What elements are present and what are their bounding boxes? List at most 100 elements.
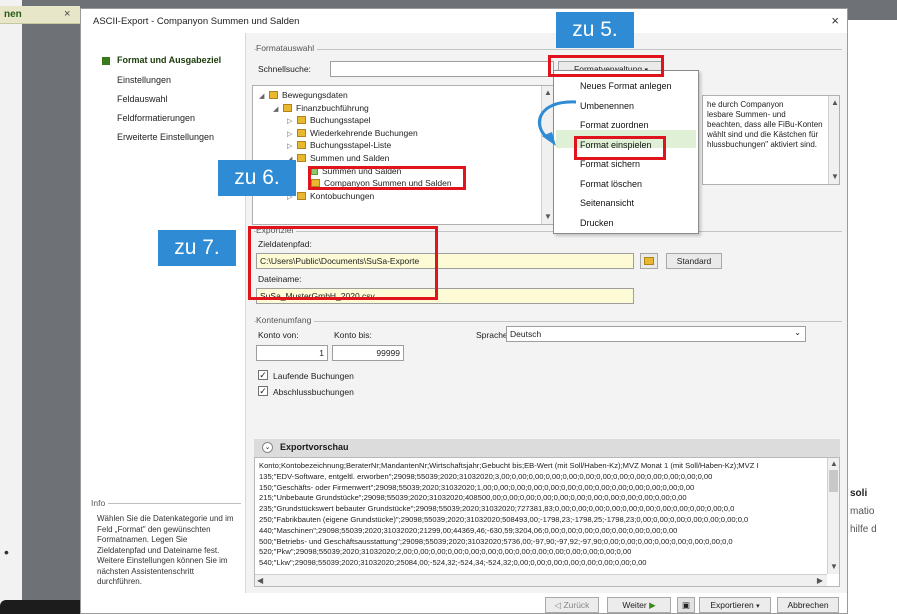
scroll-up-icon[interactable]: ▲ — [831, 98, 839, 107]
next-label: Weiter — [622, 600, 647, 610]
scroll-left-icon[interactable]: ◀ — [257, 576, 263, 585]
menu-item-format-sichern[interactable]: Format sichern — [580, 159, 640, 169]
scroll-right-icon[interactable]: ▶ — [817, 576, 823, 585]
export-label: Exportieren — [710, 600, 754, 610]
account-to-label: Konto bis: — [334, 330, 372, 340]
background-right-text: hilfe d — [850, 524, 877, 535]
menu-item-seitenansicht[interactable]: Seitenansicht — [580, 198, 634, 208]
highlight-export-target — [248, 226, 438, 300]
background-app-right-panel: soli matio hilfe d — [848, 20, 897, 614]
folder-icon — [297, 128, 306, 137]
nav-item-feldformatierungen[interactable]: Feldformatierungen — [117, 113, 195, 123]
folder-icon — [297, 116, 306, 125]
expand-arrow-icon[interactable]: ▷ — [287, 142, 297, 150]
preview-line: 250;"Fabrikbauten (eigene Grundstücke)";… — [259, 515, 749, 524]
abschlussbuchungen-label: Abschlussbuchungen — [273, 387, 354, 397]
group-divider — [254, 321, 842, 322]
next-button[interactable]: Weiter ▶ — [607, 597, 671, 613]
chevron-down-icon: ⌄ — [794, 328, 801, 337]
menu-item-format-zuordnen[interactable]: Format zuordnen — [580, 120, 649, 130]
tree-item-label: Kontobuchungen — [310, 190, 375, 201]
account-to-input[interactable]: 99999 — [332, 345, 404, 361]
language-value: Deutsch — [510, 329, 542, 339]
scroll-thumb[interactable] — [829, 470, 838, 492]
folder-icon — [297, 154, 306, 162]
highlight-companyon-format — [308, 166, 466, 190]
tree-item[interactable]: ▷ Buchungsstapel-Liste — [287, 140, 391, 150]
background-tab-close-icon[interactable]: × — [64, 8, 70, 20]
format-group-title: Formatauswahl — [256, 43, 318, 53]
preview-content[interactable]: Konto;Kontobezeichnung;BeraterNr;Mandant… — [254, 457, 840, 587]
tree-item-label: Buchungsstapel-Liste — [310, 140, 392, 151]
tree-item-label: Buchungsstapel — [310, 115, 371, 126]
format-tree[interactable]: ◢ Bewegungsdaten ◢ Finanzbuchführung ▷ Buchun… — [252, 85, 554, 225]
menu-item-neues-format[interactable]: Neues Format anlegen — [580, 81, 672, 91]
description-line: wählt sind und die Kästchen für — [707, 130, 819, 139]
preview-line: 520;"Pkw";29098;55039;2020;31032020;2,00… — [259, 547, 632, 557]
nav-item-einstellungen[interactable]: Einstellungen — [117, 75, 171, 85]
expand-arrow-icon[interactable]: ▷ — [287, 130, 297, 138]
abschlussbuchungen-checkbox[interactable]: ✓ — [258, 386, 268, 396]
expand-arrow-icon[interactable]: ▷ — [287, 117, 297, 125]
tree-item[interactable]: ▷ Kontobuchungen — [287, 191, 374, 201]
browse-folder-button[interactable] — [640, 253, 658, 269]
quicksearch-label: Schnellsuche: — [258, 64, 311, 74]
preview-header[interactable]: ⌄ Exportvorschau — [254, 439, 840, 457]
close-icon[interactable]: × — [831, 13, 839, 28]
back-button[interactable]: ◁ Zurück — [545, 597, 599, 613]
language-label: Sprache: — [476, 330, 511, 340]
nav-item-feldauswahl[interactable]: Feldauswahl — [117, 94, 168, 104]
background-app-tab[interactable]: nen × — [0, 6, 80, 24]
nav-item-format-und-ausgabeziel[interactable]: Format und Ausgabeziel — [117, 55, 221, 65]
tree-item[interactable]: ◢Summen und Salden — [287, 153, 389, 163]
dialog-title: ASCII-Export - Companyon Summen und Sald… — [93, 16, 300, 27]
laufende-buchungen-checkbox[interactable]: ✓ — [258, 370, 268, 380]
language-select[interactable]: Deutsch ⌄ — [506, 326, 806, 342]
scroll-down-icon[interactable]: ▼ — [830, 562, 838, 571]
expand-arrow-icon[interactable]: ◢ — [259, 92, 269, 100]
scroll-up-icon[interactable]: ▲ — [830, 459, 838, 468]
standard-button[interactable]: Standard — [666, 253, 722, 269]
tree-item[interactable]: ◢ Bewegungsdaten — [259, 90, 348, 100]
arrow-right-icon: ▶ — [649, 600, 656, 610]
menu-item-drucken[interactable]: Drucken — [580, 218, 614, 228]
folder-icon — [644, 257, 654, 265]
description-scrollbar[interactable]: ▲ ▼ — [828, 96, 839, 184]
quicksearch-input[interactable] — [330, 61, 554, 77]
export-button[interactable]: Exportieren ▾ — [699, 597, 771, 613]
nav-item-erweiterte-einstellungen[interactable]: Erweiterte Einstellungen — [117, 132, 214, 142]
description-line: lesbare Summen- und — [707, 110, 786, 119]
preview-line: 540;"Lkw";29098;55039;2020;31032020;2508… — [259, 558, 647, 568]
tree-item[interactable]: ◢ Finanzbuchführung — [273, 103, 369, 113]
menu-item-umbenennen[interactable]: Umbenennen — [580, 101, 634, 111]
scroll-down-icon[interactable]: ▼ — [831, 172, 839, 181]
ascii-export-dialog: ASCII-Export - Companyon Summen und Sald… — [80, 8, 848, 614]
background-bullet: • — [4, 544, 9, 560]
laufende-buchungen-label: Laufende Buchungen — [273, 371, 354, 381]
preview-line: 215;"Unbebaute Grundstücke";29098;55039;… — [259, 493, 687, 503]
save-icon[interactable]: ▣ — [677, 597, 695, 613]
expand-arrow-icon[interactable]: ◢ — [273, 105, 283, 113]
tree-item[interactable]: ▷ Buchungsstapel — [287, 115, 371, 125]
preview-title: Exportvorschau — [280, 442, 349, 452]
menu-item-format-loeschen[interactable]: Format löschen — [580, 179, 642, 189]
cancel-button[interactable]: Abbrechen — [777, 597, 839, 613]
description-line: he durch Companyon — [707, 100, 784, 109]
collapse-chevron-icon[interactable]: ⌄ — [262, 442, 273, 453]
background-right-text: matio — [850, 506, 875, 517]
preview-line: 500;"Betriebs- und Geschäftsausstattung"… — [259, 536, 733, 546]
preview-line: 440;"Maschinen";29098;55039;2020;3103202… — [259, 525, 678, 535]
tree-item-label: Summen und Salden — [310, 153, 390, 163]
tree-item[interactable]: ▷ Wiederkehrende Buchungen — [287, 128, 418, 138]
preview-vscrollbar[interactable]: ▲ ▼ — [827, 458, 839, 574]
active-step-marker-icon — [102, 57, 110, 65]
account-from-input[interactable]: 1 — [256, 345, 328, 361]
folder-icon — [283, 103, 292, 112]
preview-line: Konto;Kontobezeichnung;BeraterNr;Mandant… — [259, 461, 759, 470]
description-line: beachten, dass alle FiBu-Konten — [707, 120, 823, 129]
scroll-down-icon[interactable]: ▼ — [544, 212, 552, 221]
callout-step-5: zu 5. — [556, 12, 634, 48]
preview-hscrollbar[interactable]: ◀ ▶ — [255, 574, 827, 586]
wizard-navigation: Format und Ausgabeziel Einstellungen Fel… — [81, 33, 245, 613]
tree-item-label: Bewegungsdaten — [282, 90, 348, 100]
